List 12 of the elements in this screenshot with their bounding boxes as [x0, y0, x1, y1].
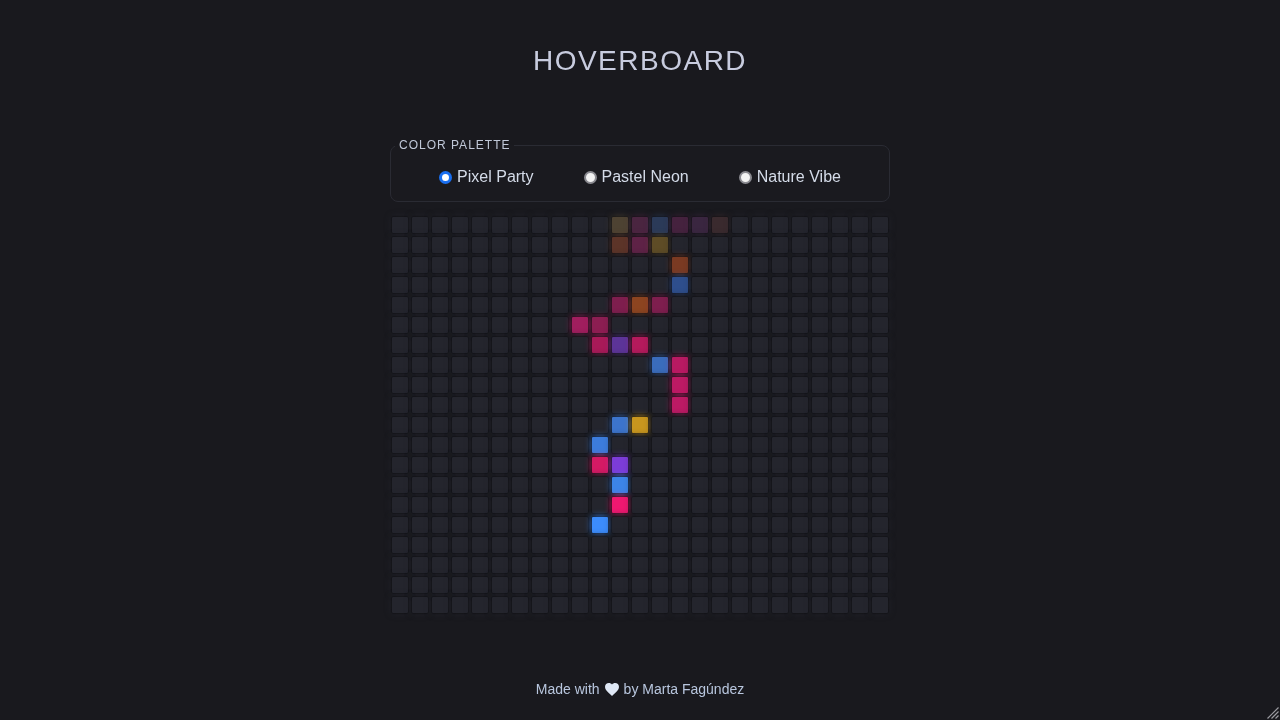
resize-grip-icon[interactable] — [1267, 707, 1279, 719]
radio-label[interactable]: Pixel Party — [457, 167, 534, 187]
footer-text: Made with — [535, 680, 600, 699]
radio-label[interactable]: Nature Vibe — [756, 167, 841, 187]
heart-icon — [604, 682, 619, 696]
radio-button[interactable] — [738, 170, 752, 184]
page-title: HOVERBOARD — [532, 44, 748, 78]
palette-legend: COLOR PALETTE — [395, 138, 515, 152]
radio-label[interactable]: Pastel Neon — [601, 167, 689, 187]
radio-button[interactable] — [583, 170, 597, 184]
radio-button[interactable] — [439, 170, 453, 184]
footer-credit: by Marta Fagúndez — [623, 680, 745, 699]
